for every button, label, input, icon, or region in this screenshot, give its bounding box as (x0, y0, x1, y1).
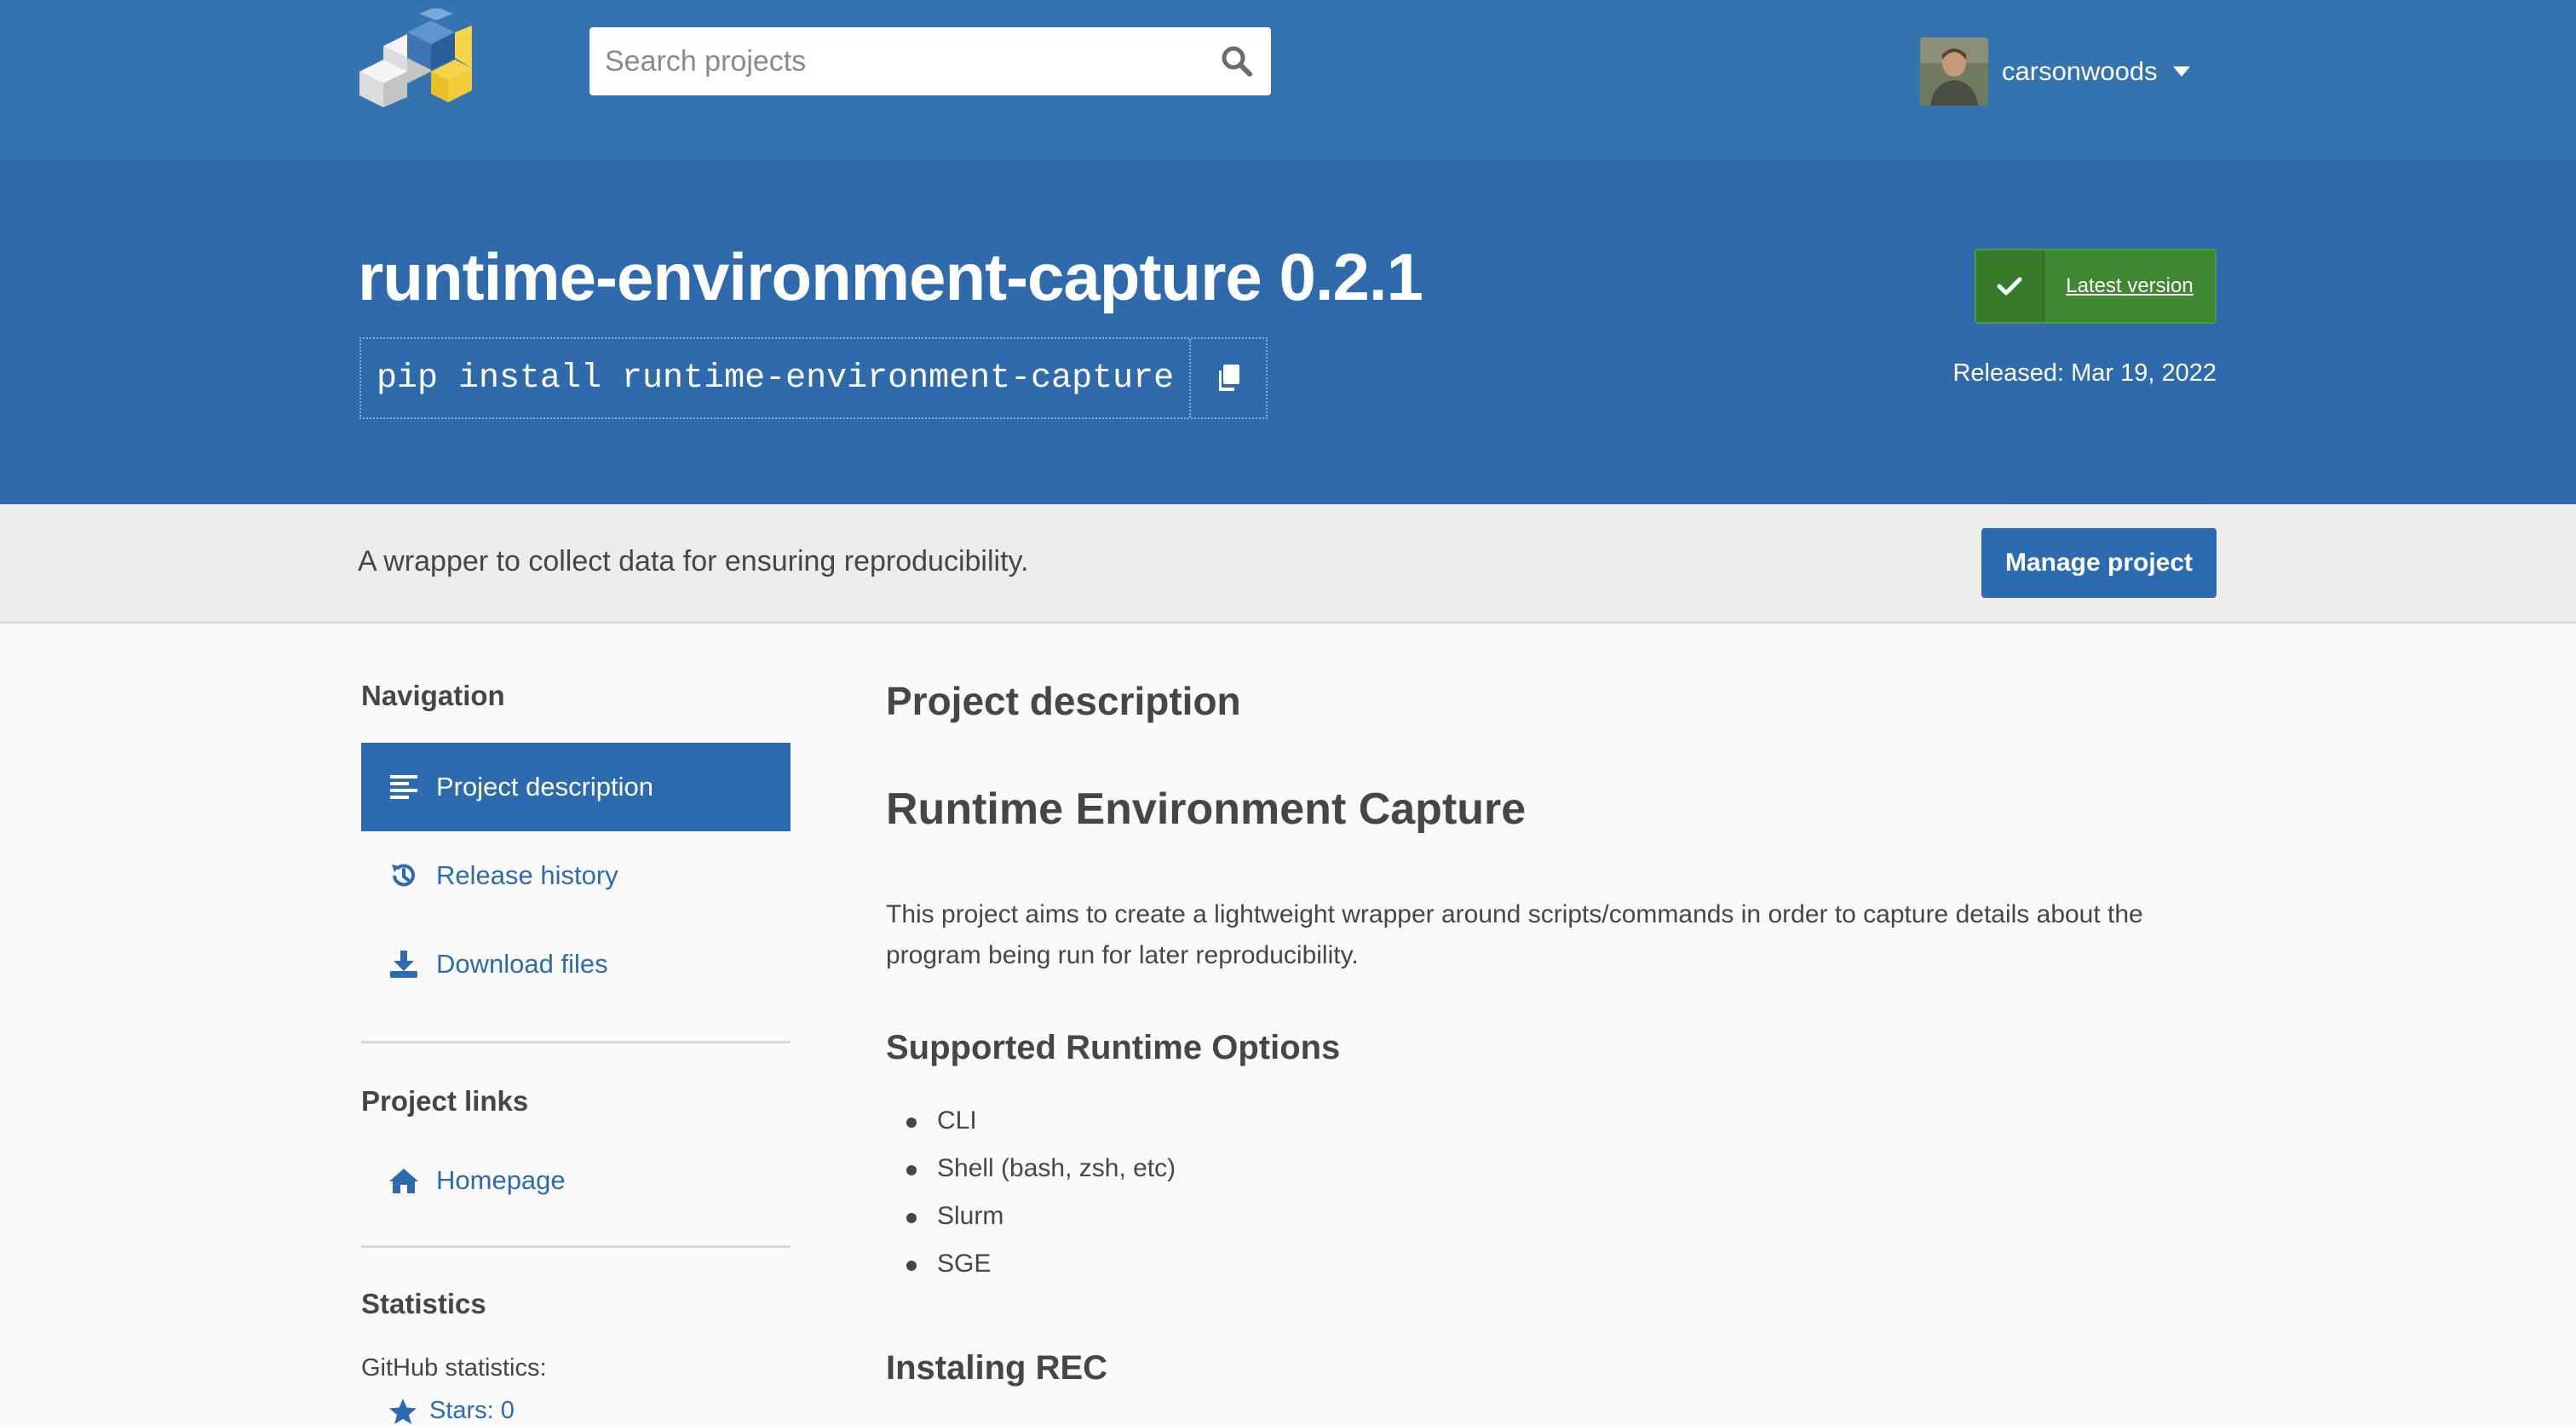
username: carsonwoods (2002, 56, 2158, 86)
nav-item-download-files[interactable]: Download files (361, 920, 791, 1008)
copy-button[interactable] (1191, 339, 1266, 417)
github-statistics-label: GitHub statistics: (361, 1354, 547, 1382)
search-input[interactable] (589, 27, 1203, 95)
latest-version-link[interactable]: Latest version (2044, 250, 2215, 322)
sidebar-divider (361, 1245, 791, 1248)
list-item: CLI (886, 1100, 1176, 1148)
pypi-logo[interactable] (358, 9, 472, 109)
nav-item-project-description[interactable]: Project description (361, 743, 791, 831)
nav-item-label: Release history (436, 860, 618, 890)
stars-count: Stars: 0 (429, 1397, 515, 1424)
statistics-heading: Statistics (361, 1288, 486, 1319)
options-heading: Supported Runtime Options (886, 1029, 1341, 1066)
align-left-icon (388, 772, 419, 802)
github-stars-link[interactable]: Stars: 0 (388, 1397, 515, 1425)
pip-install-box: pip install runtime-environment-capture (359, 337, 1268, 419)
user-menu[interactable]: carsonwoods (1920, 37, 2190, 106)
search-box (589, 27, 1271, 95)
nav-item-label: Project description (436, 772, 654, 802)
install-heading: Instaling REC (886, 1349, 1108, 1387)
star-icon (389, 1398, 417, 1424)
latest-version-badge[interactable]: Latest version (1975, 249, 2217, 324)
list-item: SGE (886, 1244, 1176, 1291)
avatar (1920, 37, 1988, 106)
package-title: runtime-environment-capture 0.2.1 (358, 239, 1423, 314)
intro-paragraph: This project aims to create a lightweigh… (886, 900, 2143, 969)
package-banner: runtime-environment-capture 0.2.1 pip in… (0, 162, 2576, 504)
release-date: Released: Mar 19, 2022 (1952, 359, 2217, 387)
copy-icon (1219, 365, 1240, 391)
nav-item-label: Download files (436, 949, 608, 979)
check-icon (1976, 250, 2044, 322)
summary-bar: A wrapper to collect data for ensuring r… (0, 504, 2576, 623)
top-header: carsonwoods (0, 0, 2576, 162)
avatar-image (1920, 37, 1988, 106)
download-icon (388, 949, 419, 980)
history-icon (388, 860, 419, 891)
list-item: Shell (bash, zsh, etc) (886, 1148, 1176, 1196)
navigation-heading: Navigation (361, 680, 505, 711)
list-item: Slurm (886, 1196, 1176, 1244)
readme-title: Runtime Environment Capture (886, 784, 1527, 834)
search-button[interactable] (1203, 27, 1271, 95)
homepage-link[interactable]: Homepage (361, 1155, 791, 1206)
homepage-label: Homepage (436, 1165, 566, 1195)
nav-item-release-history[interactable]: Release history (361, 831, 791, 920)
package-summary: A wrapper to collect data for ensuring r… (358, 545, 1029, 577)
pip-command[interactable]: pip install runtime-environment-capture (361, 339, 1192, 417)
chevron-down-icon (2172, 66, 2190, 77)
section-heading: Project description (886, 679, 1241, 723)
home-icon (388, 1165, 419, 1196)
sidebar-divider (361, 1041, 791, 1043)
manage-project-button[interactable]: Manage project (1981, 528, 2217, 598)
runtime-options-list: CLI Shell (bash, zsh, etc) Slurm SGE (886, 1100, 1176, 1291)
project-links-heading: Project links (361, 1085, 529, 1117)
search-icon (1222, 46, 1252, 77)
